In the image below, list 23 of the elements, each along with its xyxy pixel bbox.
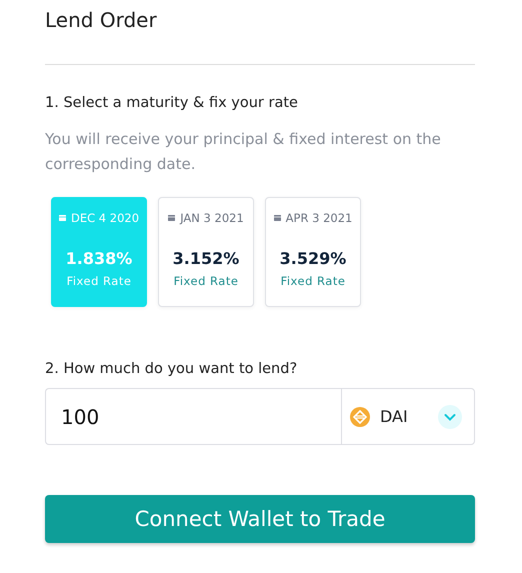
rate-label: Fixed Rate (66, 274, 132, 288)
amount-field[interactable]: 100 (45, 388, 341, 445)
currency-selector[interactable]: DAI (341, 388, 475, 445)
rate-label: Fixed Rate (280, 274, 346, 288)
coin-icon (350, 406, 370, 426)
maturity-date: APR 3 2021 (274, 211, 352, 225)
rate-value: 3.529% (280, 249, 346, 268)
calendar-icon (58, 215, 66, 221)
calendar-icon (274, 215, 281, 221)
calendar-icon (168, 215, 176, 221)
maturity-date: JAN 3 2021 (168, 211, 244, 225)
maturity-card[interactable]: APR 3 2021 3.529% Fixed Rate (265, 197, 361, 307)
description-text: You will receive your principal & fixed interest on the corresponding date. (45, 129, 442, 175)
rate-value: 3.152% (172, 249, 240, 268)
maturity-card[interactable]: JAN 3 2021 3.152% Fixed Rate (158, 197, 254, 307)
chevron-down-icon[interactable] (438, 404, 462, 428)
maturity-date: DEC 4 2020 (58, 211, 140, 225)
rate-value: 1.838% (66, 249, 132, 268)
page-title: Lend Order (45, 7, 158, 34)
rate-label: Fixed Rate (174, 274, 238, 288)
step-label: 2. How much do you want to lend? (45, 361, 298, 377)
step-label: 1. Select a maturity & fix your rate (45, 95, 299, 111)
currency-label: DAI (380, 407, 409, 426)
